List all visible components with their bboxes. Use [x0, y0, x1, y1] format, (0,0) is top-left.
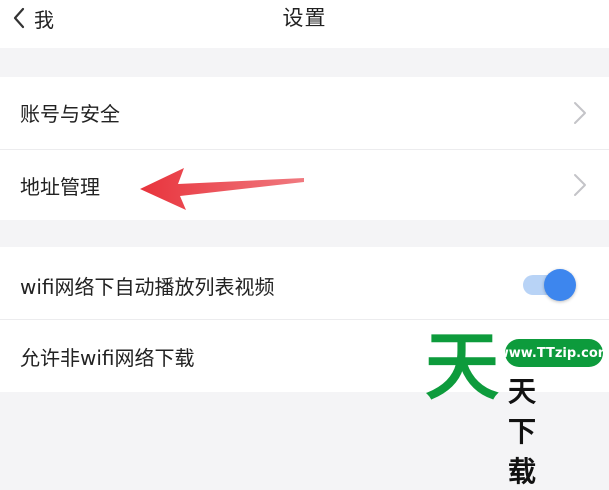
nav-header: 我 设置 — [0, 0, 609, 48]
wifi-autoplay-toggle[interactable] — [523, 268, 576, 302]
toggle-knob — [544, 269, 576, 301]
settings-item-label: 地址管理 — [20, 175, 100, 199]
settings-item-wifi-autoplay: wifi网络下自动播放列表视频 — [0, 247, 609, 319]
chevron-right-icon — [573, 173, 587, 201]
settings-item-account-security[interactable]: 账号与安全 — [0, 77, 609, 149]
chevron-right-icon — [573, 101, 587, 129]
annotation-arrow-icon — [140, 168, 304, 210]
page-title: 设置 — [282, 6, 327, 30]
settings-item-label: wifi网络下自动播放列表视频 — [20, 275, 275, 299]
watermark-big-char: 天 — [425, 324, 499, 410]
settings-item-label: 账号与安全 — [20, 102, 120, 126]
settings-item-label: 允许非wifi网络下载 — [20, 346, 195, 370]
watermark-url: www.TTzip.com — [497, 339, 609, 367]
watermark-site-name: 天下载 — [508, 375, 539, 488]
